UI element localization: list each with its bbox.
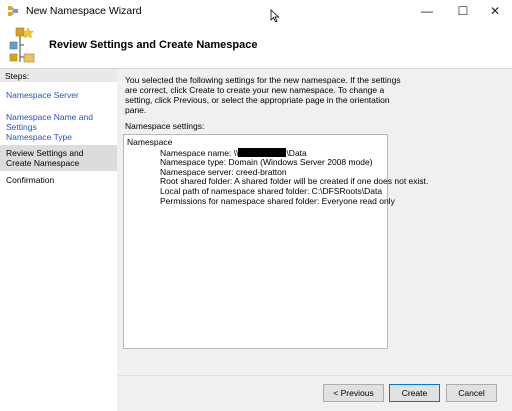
cancel-button[interactable]: Cancel	[446, 384, 497, 402]
mouse-cursor-icon	[270, 9, 280, 23]
wizard-header: Review Settings and Create Namespace	[0, 22, 512, 68]
close-button[interactable]: ✕	[478, 0, 512, 22]
settings-heading: Namespace	[127, 137, 173, 147]
namespace-name-prefix: Namespace name: \\	[160, 147, 239, 158]
steps-label: Steps:	[0, 69, 117, 82]
step-confirmation: Confirmation	[6, 175, 55, 185]
intro-text: You selected the following settings for …	[125, 75, 401, 115]
window-title: New Namespace Wizard	[26, 5, 142, 17]
namespace-tree-icon	[9, 27, 35, 63]
maximize-button[interactable]: ☐	[446, 0, 480, 22]
redaction-block	[238, 147, 287, 157]
title-bar: New Namespace Wizard — ☐ ✕	[0, 0, 512, 23]
page-title: Review Settings and Create Namespace	[49, 39, 258, 51]
steps-pane: Steps: Namespace Server Namespace Name a…	[0, 69, 117, 411]
step-namespace-type[interactable]: Namespace Type	[0, 130, 117, 144]
footer-separator	[117, 375, 512, 376]
previous-button[interactable]: < Previous	[323, 384, 384, 402]
create-button[interactable]: Create	[389, 384, 440, 402]
namespace-name-suffix: \Data	[286, 147, 307, 158]
step-namespace-server[interactable]: Namespace Server	[0, 88, 117, 102]
main-content: You selected the following settings for …	[117, 69, 512, 411]
permissions-line: Permissions for namespace shared folder:…	[160, 195, 395, 206]
settings-textbox[interactable]: Namespace Namespace name: \\ \Data Namesp…	[123, 134, 428, 349]
step-review-settings-current: Review Settings and Create Namespace	[0, 145, 117, 171]
namespace-wizard-app-icon	[8, 6, 18, 16]
settings-label: Namespace settings:	[125, 121, 205, 131]
minimize-button[interactable]: —	[410, 0, 444, 22]
